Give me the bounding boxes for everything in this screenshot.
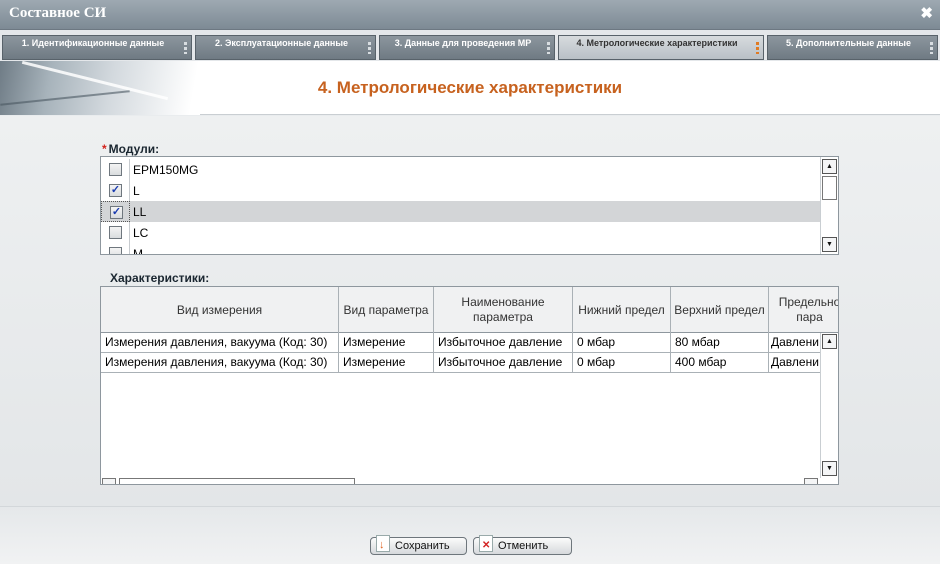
table-cell: Измерение [339, 353, 434, 373]
table-cell: 0 мбар [573, 353, 671, 373]
page-title: 4. Метрологические характеристики [317, 78, 623, 97]
table-horizontal-scrollbar[interactable] [101, 478, 838, 484]
scroll-up-icon[interactable]: ▲ [822, 159, 837, 174]
tab-mr-data[interactable]: 3. Данные для проведения МР [379, 35, 555, 60]
grip-icon [930, 42, 933, 54]
grip-icon [547, 42, 550, 54]
table-cell: 80 мбар [671, 333, 769, 353]
grip-icon [184, 42, 187, 54]
scroll-left-icon[interactable] [102, 478, 116, 484]
required-mark: * [102, 142, 107, 156]
scroll-up-icon[interactable]: ▲ [822, 334, 837, 349]
module-name: L [133, 184, 140, 198]
window-titlebar: Составное СИ ✖ [0, 0, 940, 30]
tab-label: 2. Эксплуатационные данные [214, 38, 349, 48]
page-banner: 4. Метрологические характеристики [0, 60, 940, 115]
cancel-button[interactable]: Отменить [473, 535, 572, 555]
table-cell: Избыточное давление [434, 333, 573, 353]
grip-icon [368, 42, 371, 54]
module-name: M [133, 247, 143, 255]
module-checkbox[interactable] [109, 247, 122, 254]
save-button[interactable]: Сохранить [370, 535, 467, 555]
tab-additional[interactable]: 5. Дополнительные данные [767, 35, 938, 60]
table-cell: Давлени [771, 355, 819, 369]
wizard-tabs: 1. Идентификационные данные 2. Эксплуата… [0, 30, 940, 61]
module-checkbox[interactable]: ✓ [110, 206, 123, 219]
table-scrollbar[interactable]: ▲ ▼ [820, 333, 838, 478]
footer-bar: Сохранить Отменить [0, 506, 940, 564]
table-cell: Измерения давления, вакуума (Код: 30) [101, 333, 339, 353]
list-item[interactable]: LC [101, 222, 821, 243]
column-header[interactable]: Наименование параметра [434, 287, 573, 333]
column-header[interactable]: Нижний предел [573, 287, 671, 333]
table-cell: Измерение [339, 333, 434, 353]
table-cell: 0 мбар [573, 333, 671, 353]
cancel-button-label: Отменить [498, 540, 549, 552]
modules-label: * Модули: [102, 142, 160, 156]
modules-list[interactable]: EPM150MG ✓ L ✓ LL LC M ▲ ▼ [100, 156, 839, 255]
scroll-thumb[interactable] [822, 176, 837, 200]
characteristics-label: Характеристики: [110, 271, 210, 285]
window-title: Составное СИ [9, 5, 107, 21]
module-checkbox[interactable] [109, 226, 122, 239]
list-item[interactable]: EPM150MG [101, 159, 821, 180]
list-item[interactable]: M [101, 243, 821, 255]
tab-label: 1. Идентификационные данные [21, 38, 165, 48]
close-icon[interactable]: ✖ [920, 4, 933, 22]
column-header[interactable]: Предельно пара [769, 287, 838, 333]
table-cell: Измерения давления, вакуума (Код: 30) [101, 353, 339, 373]
tab-label: 3. Данные для проведения МР [394, 38, 532, 48]
tab-operational[interactable]: 2. Эксплуатационные данные [195, 35, 376, 60]
cancel-icon [479, 535, 493, 554]
module-name: LC [133, 226, 149, 240]
save-button-label: Сохранить [395, 540, 450, 552]
tab-label: 5. Дополнительные данные [786, 38, 911, 48]
tab-label: 4. Метрологические характеристики [576, 38, 738, 48]
list-item[interactable]: ✓ L [101, 180, 821, 201]
scroll-down-icon[interactable]: ▼ [822, 461, 837, 476]
column-header[interactable]: Вид измерения [101, 287, 339, 333]
scroll-thumb-horizontal[interactable] [119, 478, 355, 484]
modules-scrollbar[interactable]: ▲ ▼ [820, 157, 838, 254]
column-header[interactable]: Верхний предел [671, 287, 769, 333]
characteristics-table[interactable]: Вид измерения Вид параметра Наименование… [100, 286, 839, 485]
scroll-down-icon[interactable]: ▼ [822, 237, 837, 252]
tab-identification[interactable]: 1. Идентификационные данные [2, 35, 192, 60]
table-cell: 400 мбар [671, 353, 769, 373]
module-name: LL [133, 205, 147, 219]
table-header: Вид измерения Вид параметра Наименование… [101, 287, 838, 333]
tab-metrology[interactable]: 4. Метрологические характеристики [558, 35, 764, 60]
table-cell: Избыточное давление [434, 353, 573, 373]
save-icon [376, 535, 390, 553]
table-row[interactable]: Измерения давления, вакуума (Код: 30) Из… [101, 333, 821, 353]
scroll-right-icon[interactable] [804, 478, 818, 484]
table-cell: Давлени [771, 335, 819, 349]
list-item[interactable]: ✓ LL [101, 201, 821, 222]
column-header[interactable]: Вид параметра [339, 287, 434, 333]
module-name: EPM150MG [133, 163, 199, 177]
table-row[interactable]: Измерения давления, вакуума (Код: 30) Из… [101, 353, 821, 373]
module-checkbox[interactable]: ✓ [109, 184, 122, 197]
grip-icon [756, 42, 759, 54]
module-checkbox[interactable] [109, 163, 122, 176]
